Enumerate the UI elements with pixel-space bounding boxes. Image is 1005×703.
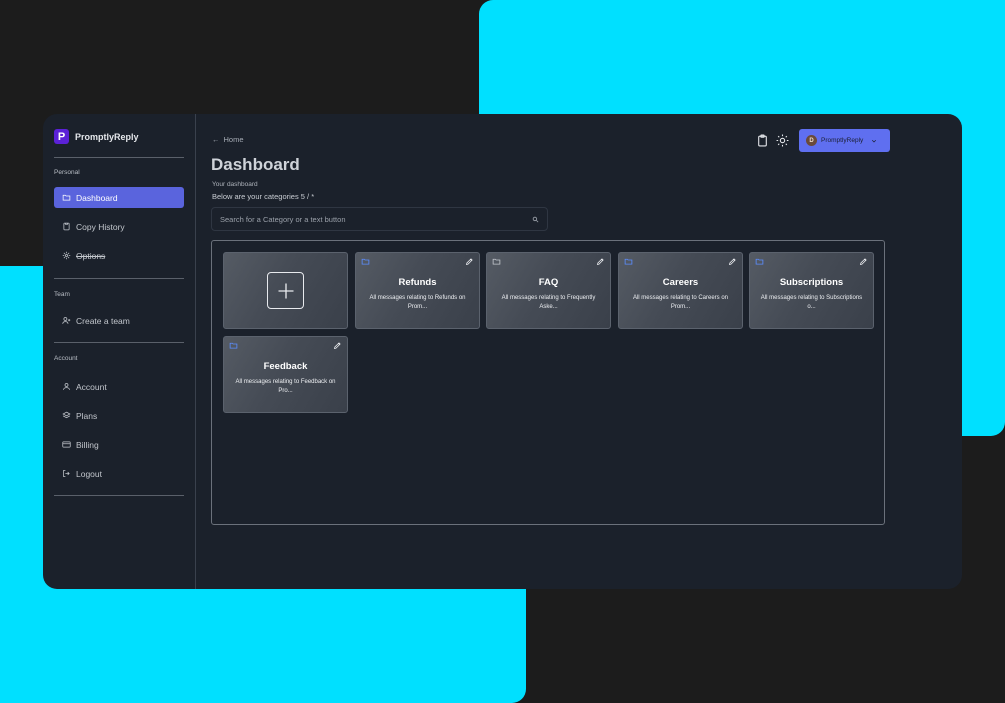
main-content: ← Home Dashboard Your dashboard Below ar…	[196, 114, 962, 589]
breadcrumb-home: Home	[223, 135, 244, 144]
sidebar-item-account[interactable]: Account	[54, 376, 184, 397]
plus-icon	[267, 272, 304, 309]
category-title: Subscriptions	[779, 277, 844, 288]
layers-icon	[62, 411, 71, 419]
sidebar-item-create-team[interactable]: Create a team	[54, 310, 184, 331]
back-arrow-icon: ←	[212, 135, 220, 144]
sidebar-item-copy-history[interactable]: Copy History	[54, 216, 184, 237]
category-title: Careers	[662, 277, 699, 288]
category-card-faq[interactable]: FAQ All messages relating to Frequently …	[486, 252, 611, 329]
pencil-icon[interactable]	[859, 257, 868, 266]
clipboard-button[interactable]	[755, 134, 769, 148]
folder-icon	[755, 258, 764, 265]
sun-icon	[776, 134, 788, 147]
folder-icon	[62, 194, 71, 201]
pencil-icon[interactable]	[596, 257, 605, 266]
section-label-account: Account	[54, 355, 78, 362]
folder-icon	[361, 258, 370, 265]
avatar: D	[806, 135, 817, 146]
divider	[54, 342, 184, 343]
category-description: All messages relating to Frequently Aske…	[501, 295, 596, 310]
card-icon	[62, 441, 71, 448]
categories-panel: Refunds All messages relating to Refunds…	[211, 240, 885, 525]
sidebar-item-logout[interactable]: Logout	[54, 463, 184, 484]
folder-icon	[624, 258, 633, 265]
breadcrumb[interactable]: ← Home	[212, 135, 244, 144]
section-label-personal: Personal	[54, 169, 80, 176]
sidebar-item-label: Dashboard	[76, 192, 118, 203]
search-bar	[211, 207, 548, 231]
sidebar-item-billing[interactable]: Billing	[54, 434, 184, 455]
chevron-down-icon	[872, 139, 877, 143]
page-subtitle: Your dashboard	[212, 181, 258, 188]
category-title: FAQ	[538, 277, 559, 288]
sidebar: P PromptlyReply Personal Dashboard Copy …	[43, 114, 196, 589]
sidebar-item-label: Create a team	[76, 315, 130, 326]
clipboard-icon	[757, 134, 767, 147]
page-title: Dashboard	[211, 155, 300, 174]
sidebar-item-options[interactable]: Options	[54, 245, 184, 266]
divider	[54, 495, 184, 496]
pencil-icon[interactable]	[333, 341, 342, 350]
sidebar-item-label: Copy History	[76, 221, 125, 232]
category-card-refunds[interactable]: Refunds All messages relating to Refunds…	[355, 252, 480, 329]
category-title: Feedback	[263, 361, 308, 372]
category-description: All messages relating to Subscriptions o…	[760, 295, 863, 310]
divider	[54, 157, 184, 158]
gear-icon	[62, 251, 71, 260]
sidebar-item-label: Logout	[76, 468, 102, 479]
brand-logo: P	[54, 129, 69, 144]
search-input[interactable]	[220, 214, 520, 224]
folder-icon	[492, 258, 501, 265]
folder-icon	[229, 342, 238, 349]
sidebar-item-label: Plans	[76, 410, 98, 421]
pencil-icon[interactable]	[728, 257, 737, 266]
logout-icon	[63, 470, 70, 477]
theme-toggle-button[interactable]	[775, 134, 789, 148]
category-card-feedback[interactable]: Feedback All messages relating to Feedba…	[223, 336, 348, 413]
brand-name: PromptlyReply	[75, 131, 139, 142]
pencil-icon[interactable]	[465, 257, 474, 266]
sidebar-item-label: Billing	[76, 439, 99, 450]
category-title: Refunds	[398, 277, 437, 288]
sidebar-item-label: Options	[76, 250, 106, 261]
sidebar-item-label: Account	[76, 381, 107, 392]
user-name: PromptlyReply	[821, 137, 864, 144]
search-icon[interactable]	[532, 216, 539, 223]
category-description: All messages relating to Feedback on Pro…	[235, 379, 336, 394]
divider	[54, 278, 184, 279]
category-description: All messages relating to Careers on Prom…	[632, 295, 729, 310]
app-window: P PromptlyReply Personal Dashboard Copy …	[43, 114, 962, 589]
copy-icon	[63, 222, 70, 231]
user-plus-icon	[62, 317, 71, 324]
category-description: All messages relating to Refunds on Prom…	[369, 295, 466, 310]
add-category-button[interactable]	[223, 252, 348, 329]
user-menu-button[interactable]: D PromptlyReply	[799, 129, 890, 152]
categories-count: Below are your categories 5 / *	[212, 192, 315, 201]
section-label-team: Team	[54, 291, 70, 298]
top-actions: D PromptlyReply	[755, 129, 890, 152]
category-card-careers[interactable]: Careers All messages relating to Careers…	[618, 252, 743, 329]
sidebar-item-plans[interactable]: Plans	[54, 405, 184, 426]
brand[interactable]: P PromptlyReply	[54, 128, 184, 145]
user-icon	[63, 383, 70, 390]
sidebar-item-dashboard[interactable]: Dashboard	[54, 187, 184, 208]
category-card-subscriptions[interactable]: Subscriptions All messages relating to S…	[749, 252, 874, 329]
